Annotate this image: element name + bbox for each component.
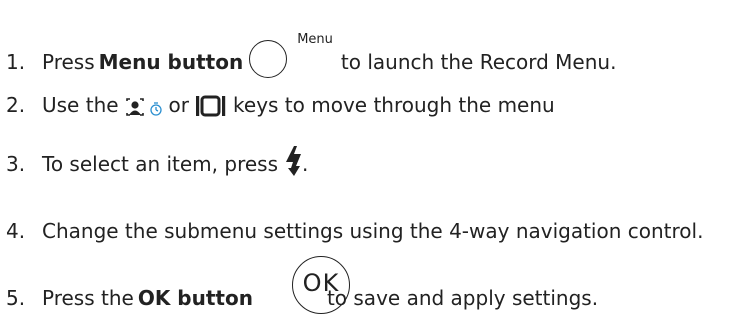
step-bold-label: OK button	[137, 286, 253, 310]
step-text-pre: Use the	[42, 93, 119, 117]
ok-button-label: OK	[302, 269, 340, 297]
step-4: 4. Change the submenu settings using the…	[6, 219, 703, 243]
step-text-post: to launch the Record Menu.	[340, 50, 617, 74]
face-detection-icon	[125, 98, 144, 116]
step-text: Change the submenu settings using the 4-…	[42, 219, 704, 243]
display-mode-icon	[196, 95, 226, 117]
step-text-mid: or	[168, 93, 190, 117]
step-number: 3.	[6, 152, 26, 176]
step-number: 1.	[6, 50, 26, 74]
step-text-pre: Press	[42, 50, 95, 74]
menu-button-icon	[249, 40, 288, 78]
step-number: 2.	[6, 93, 26, 117]
step-2: 2. Use the or keys to move through the m…	[6, 93, 555, 117]
step-number: 4.	[6, 219, 26, 243]
step-text-post: .	[302, 152, 309, 176]
step-text-post: keys to move through the menu	[233, 93, 555, 117]
flash-icon	[286, 146, 302, 176]
step-bold-label: Menu button	[98, 50, 244, 74]
ok-button-icon: OK	[292, 256, 350, 314]
step-text-pre: To select an item, press	[42, 152, 279, 176]
step-number: 5.	[6, 286, 26, 310]
step-3: 3. To select an item, press .	[6, 146, 308, 176]
self-timer-icon	[149, 102, 162, 116]
step-text-post: to save and apply settings.	[326, 286, 599, 310]
step-1: 1. Press Menu button Menu to launch the …	[6, 32, 617, 78]
menu-button-label: Menu	[297, 32, 333, 47]
step-text-pre: Press the	[42, 286, 134, 310]
